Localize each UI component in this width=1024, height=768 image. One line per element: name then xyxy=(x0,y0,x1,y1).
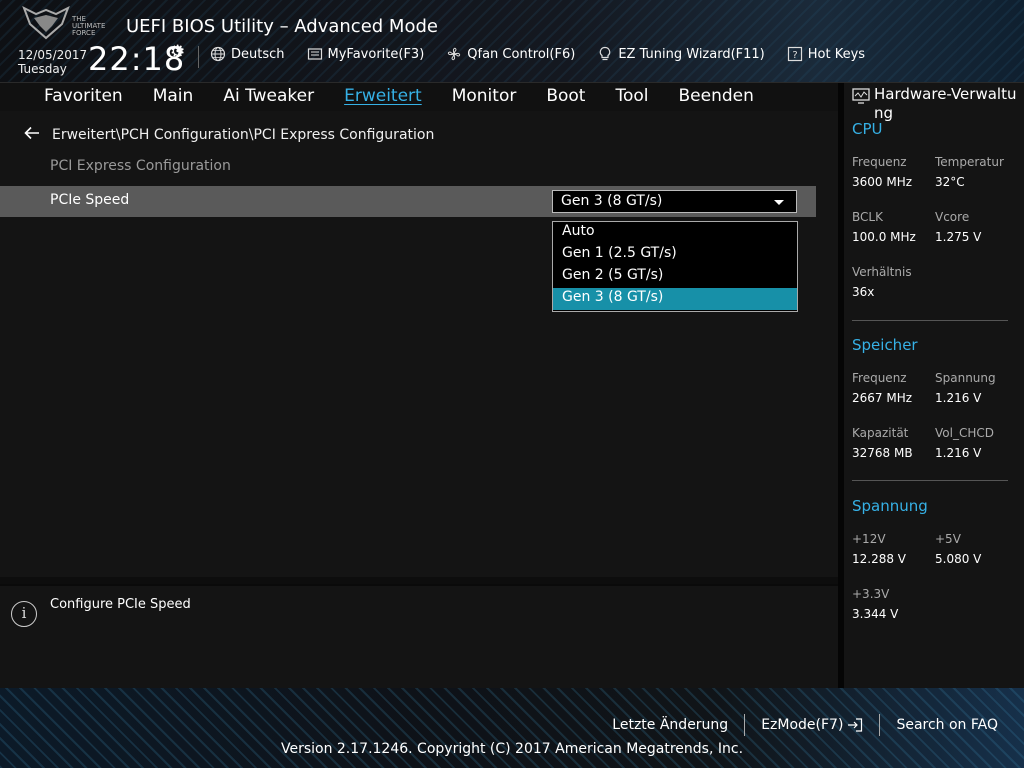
memory-frequency-value: 2667 MHz xyxy=(852,391,913,405)
vcore-label: Vcore xyxy=(935,210,970,224)
tab-main[interactable]: Main xyxy=(153,83,194,111)
logo-text: THE ULTIMATE FORCE xyxy=(72,15,106,37)
pcie-speed-value: Gen 3 (8 GT/s) xyxy=(561,193,663,209)
date-value: 12/05/2017 xyxy=(18,48,88,62)
pcie-speed-select[interactable]: Gen 3 (8 GT/s) xyxy=(552,190,797,213)
fan-icon xyxy=(448,47,461,61)
help-icon: ? xyxy=(787,46,802,62)
hardware-monitor-title-text: Hardware-Verwaltung xyxy=(874,85,1017,122)
capacity-label: Kapazität xyxy=(852,426,909,440)
back-arrow-icon[interactable] xyxy=(24,125,42,144)
cpu-frequency-label: Frequenz xyxy=(852,155,907,169)
breadcrumb-path: Erweitert\PCH Configuration\PCI Express … xyxy=(52,126,435,143)
qfan-control-label: Qfan Control(F6) xyxy=(467,46,576,62)
ezmode-button[interactable]: EzMode(F7) xyxy=(745,717,879,733)
option-auto[interactable]: Auto xyxy=(553,222,797,244)
qfan-control-button[interactable]: Qfan Control(F6) xyxy=(446,46,575,62)
ez-tuning-wizard-label: EZ Tuning Wizard(F11) xyxy=(618,46,765,62)
tab-ai-tweaker[interactable]: Ai Tweaker xyxy=(223,83,314,111)
last-change-button[interactable]: Letzte Änderung xyxy=(596,717,744,733)
myfavorite-label: MyFavorite(F3) xyxy=(327,46,425,62)
memory-frequency-label: Frequenz xyxy=(852,371,907,385)
v12-value: 12.288 V xyxy=(852,552,907,566)
settings-panel: Erweitert\PCH Configuration\PCI Express … xyxy=(0,111,838,609)
voltage-section-title: Spannung xyxy=(852,497,928,515)
ezmode-label: EzMode(F7) xyxy=(761,717,844,733)
pcie-speed-row[interactable]: PCIe Speed Gen 3 (8 GT/s) xyxy=(0,186,816,217)
chevron-down-icon xyxy=(774,200,784,205)
app-title: UEFI BIOS Utility – Advanced Mode xyxy=(126,16,438,37)
copyright-text: Version 2.17.1246. Copyright (C) 2017 Am… xyxy=(280,741,744,757)
language-label: Deutsch xyxy=(231,46,285,62)
memory-voltage-value: 1.216 V xyxy=(935,391,982,405)
v33-value: 3.344 V xyxy=(852,607,899,621)
memory-voltage-label: Spannung xyxy=(935,371,996,385)
pcie-speed-label: PCIe Speed xyxy=(50,192,130,208)
cpu-frequency-value: 3600 MHz xyxy=(852,175,913,189)
vol-chcd-value: 1.216 V xyxy=(935,446,982,460)
exit-icon xyxy=(848,718,863,732)
breadcrumb: Erweitert\PCH Configuration\PCI Express … xyxy=(24,125,434,144)
gear-icon[interactable]: ⚙ xyxy=(170,42,185,62)
toolbar: Deutsch MyFavorite(F3) Qfan Control(F6) … xyxy=(210,46,865,62)
monitor-icon xyxy=(852,88,870,104)
svg-text:?: ? xyxy=(792,50,797,61)
v5-label: +5V xyxy=(935,532,961,546)
v12-label: +12V xyxy=(852,532,886,546)
hardware-monitor-panel: Hardware-Verwaltung CPU Frequenz Tempera… xyxy=(844,83,1024,688)
v33-label: +3.3V xyxy=(852,587,890,601)
tab-beenden[interactable]: Beenden xyxy=(679,83,754,111)
tuf-shield-icon xyxy=(22,5,70,40)
tab-boot[interactable]: Boot xyxy=(546,83,585,111)
tuf-logo: THE ULTIMATE FORCE xyxy=(22,5,114,40)
cpu-temperature-value: 32°C xyxy=(935,175,965,189)
cpu-section-title: CPU xyxy=(852,120,883,138)
vol-chcd-label: Vol_CHCD xyxy=(935,426,994,440)
cpu-divider xyxy=(852,320,1008,321)
section-subheading: PCI Express Configuration xyxy=(50,158,231,174)
myfavorite-button[interactable]: MyFavorite(F3) xyxy=(307,46,425,62)
option-gen3[interactable]: Gen 3 (8 GT/s) xyxy=(553,288,797,310)
globe-icon xyxy=(210,46,226,62)
memory-section-title: Speicher xyxy=(852,336,918,354)
ratio-value: 36x xyxy=(852,285,875,299)
option-gen1[interactable]: Gen 1 (2.5 GT/s) xyxy=(553,244,797,266)
hot-keys-button[interactable]: ? Hot Keys xyxy=(787,46,865,62)
help-text: Configure PCIe Speed xyxy=(50,597,191,612)
bulb-icon xyxy=(600,46,611,61)
main-tabs: Favoriten Main Ai Tweaker Erweitert Moni… xyxy=(0,83,838,111)
memory-divider xyxy=(852,480,1008,481)
tab-favoriten[interactable]: Favoriten xyxy=(44,83,123,111)
bclk-value: 100.0 MHz xyxy=(852,230,916,244)
tab-erweitert[interactable]: Erweitert xyxy=(344,83,422,111)
footer-links: Letzte Änderung EzMode(F7) Search on FAQ xyxy=(596,714,1014,736)
ratio-label: Verhältnis xyxy=(852,265,912,279)
tab-tool[interactable]: Tool xyxy=(615,83,648,111)
language-button[interactable]: Deutsch xyxy=(210,46,285,62)
v5-value: 5.080 V xyxy=(935,552,982,566)
hardware-monitor-title: Hardware-Verwaltung xyxy=(852,85,1022,123)
cpu-temperature-label: Temperatur xyxy=(935,155,1004,169)
vcore-value: 1.275 V xyxy=(935,230,982,244)
header-bar: THE ULTIMATE FORCE UEFI BIOS Utility – A… xyxy=(0,0,1024,83)
info-icon: i xyxy=(11,601,37,627)
bclk-label: BCLK xyxy=(852,210,883,224)
capacity-value: 32768 MB xyxy=(852,446,913,460)
tab-monitor[interactable]: Monitor xyxy=(452,83,517,111)
option-gen2[interactable]: Gen 2 (5 GT/s) xyxy=(553,266,797,288)
hot-keys-label: Hot Keys xyxy=(807,46,866,62)
footer-bar: Letzte Änderung EzMode(F7) Search on FAQ… xyxy=(0,688,1024,768)
header-divider xyxy=(198,46,199,68)
ez-tuning-wizard-button[interactable]: EZ Tuning Wizard(F11) xyxy=(597,46,765,62)
weekday-value: Tuesday xyxy=(18,62,67,76)
favorite-icon xyxy=(307,48,322,60)
search-faq-button[interactable]: Search on FAQ xyxy=(880,717,1014,733)
help-panel: i Configure PCIe Speed xyxy=(0,584,838,688)
pcie-speed-dropdown: Auto Gen 1 (2.5 GT/s) Gen 2 (5 GT/s) Gen… xyxy=(552,221,798,312)
date-display: 12/05/2017 Tuesday xyxy=(18,48,87,76)
